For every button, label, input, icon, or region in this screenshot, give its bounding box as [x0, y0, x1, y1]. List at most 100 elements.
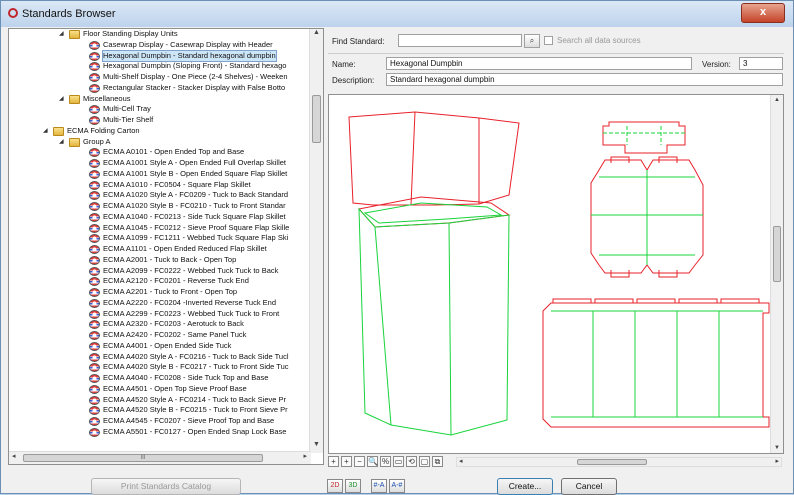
search-all-checkbox[interactable] — [544, 36, 553, 45]
design-preview[interactable]: ▲ ▼ — [328, 94, 784, 454]
scroll-right-icon[interactable]: ▸ — [303, 452, 307, 460]
version-field[interactable]: 3 — [739, 57, 783, 70]
tree-item-label: ECMA A4520 Style B - FC0215 - Tuck to Fr… — [103, 405, 288, 415]
scroll-down-icon[interactable]: ▼ — [310, 441, 323, 453]
scroll-up-icon[interactable]: ▲ — [771, 97, 783, 103]
tree-standard-item[interactable]: ECMA A2220 - FC0204 -Inverted Reverse Tu… — [9, 298, 311, 309]
tree-item-label: ECMA A1101 - Open Ended Reduced Flap Ski… — [103, 244, 267, 253]
tree-horizontal-scrollbar[interactable]: ◂ III ▸ — [9, 451, 311, 464]
tree-item-label: ECMA A2420 - FC0202 - Same Panel Tuck — [103, 330, 247, 339]
tree-item-label: Multi-Tier Shelf — [103, 115, 154, 124]
tree-standard-item[interactable]: Multi-Shelf Display - One Piece (2-4 She… — [9, 72, 311, 83]
sort-number-alpha-icon[interactable]: #-A — [371, 479, 387, 493]
tree-standard-item[interactable]: Casewrap Display - Casewrap Display with… — [9, 40, 311, 51]
tree-standard-item[interactable]: ECMA A4040 - FC0208 - Side Tuck Top and … — [9, 373, 311, 384]
find-standard-label: Find Standard: — [332, 37, 385, 46]
frame-view-icon[interactable]: ▢ — [419, 456, 430, 467]
scroll-thumb[interactable] — [773, 226, 781, 282]
tree-standard-item[interactable]: ECMA A1001 Style B - Open Ended Square F… — [9, 169, 311, 180]
description-field[interactable]: Standard hexagonal dumpbin — [386, 73, 783, 86]
zoom-window-icon[interactable]: 🔍 — [367, 456, 378, 467]
scroll-up-icon[interactable]: ▲ — [310, 29, 323, 41]
scroll-left-icon[interactable]: ◂ — [12, 452, 16, 460]
expand-arrow-icon[interactable]: ◢ — [43, 126, 48, 137]
scroll-thumb[interactable] — [577, 459, 647, 465]
tree-standard-item[interactable]: ECMA A2299 - FC0223 - Webbed Tuck Tuck t… — [9, 309, 311, 320]
tree-standard-item[interactable]: ECMA A4520 Style A - FC0214 - Tuck to Ba… — [9, 395, 311, 406]
tree-vertical-scrollbar[interactable]: ▲ ▼ — [309, 29, 323, 453]
scroll-left-icon[interactable]: ◂ — [459, 457, 463, 465]
zoom-out-icon[interactable]: − — [354, 456, 365, 467]
tree-standard-item[interactable]: Hexagonal Dumpbin (Sloping Front) - Stan… — [9, 61, 311, 72]
view-3d-icon[interactable]: 3D — [345, 479, 361, 493]
tree-folder-item[interactable]: ◢ ECMA Folding Carton — [9, 126, 311, 137]
tree-standard-item[interactable]: ECMA A4020 Style B - FC0217 - Tuck to Fr… — [9, 362, 311, 373]
sort-alpha-number-icon[interactable]: A-# — [389, 479, 405, 493]
tree-item-label: Multi-Shelf Display - One Piece (2-4 She… — [103, 72, 288, 81]
expand-arrow-icon[interactable]: ◢ — [59, 137, 64, 148]
tree-standard-item[interactable]: ECMA A4520 Style B - FC0215 - Tuck to Fr… — [9, 405, 311, 416]
tree-standard-item[interactable]: ECMA A2099 - FC0222 - Webbed Tuck Tuck t… — [9, 266, 311, 277]
tree-folder-item[interactable]: ◢ Miscellaneous — [9, 94, 311, 105]
standard-design-icon — [89, 223, 100, 233]
find-binoculars-icon[interactable]: ⌕ — [524, 34, 540, 48]
scroll-thumb[interactable] — [312, 95, 321, 143]
create-button[interactable]: Create... — [497, 478, 553, 495]
tree-item-label: ECMA A2099 - FC0222 - Webbed Tuck Tuck t… — [103, 265, 279, 275]
tree-standard-item[interactable]: ECMA A1045 - FC0212 - Sieve Proof Square… — [9, 223, 311, 234]
tree-standard-item[interactable]: Hexagonal Dumpbin - Standard hexagonal d… — [9, 49, 311, 63]
zoom-tool-icon[interactable]: + — [328, 456, 339, 467]
rotate-view-icon[interactable]: ⟲ — [406, 456, 417, 467]
preview-vertical-scrollbar[interactable]: ▲ ▼ — [770, 95, 783, 453]
tree-standard-item[interactable]: ECMA A2001 - Tuck to Back - Open Top — [9, 255, 311, 266]
tree-standard-item[interactable]: ECMA A4501 - Open Top Sieve Proof Base — [9, 384, 311, 395]
zoom-percent-icon[interactable]: % — [380, 456, 391, 467]
tree-standard-item[interactable]: ECMA A1020 Style A - FC0209 - Tuck to Ba… — [9, 190, 311, 201]
standards-tree[interactable]: ◢ Floor Standing Display Units Casewrap Di… — [8, 28, 324, 465]
copy-view-icon[interactable]: ⧉ — [432, 456, 443, 467]
tree-standard-item[interactable]: Multi-Tier Shelf — [9, 115, 311, 126]
tree-standard-item[interactable]: ECMA A1040 - FC0213 - Side Tuck Square F… — [9, 212, 311, 223]
tree-standard-item[interactable]: ECMA A1001 Style A - Open Ended Full Ove… — [9, 158, 311, 169]
tree-standard-item[interactable]: ECMA A1099 - FC1211 - Webbed Tuck Square… — [9, 233, 311, 244]
tree-item-label: Rectangular Stacker - Stacker Display wi… — [103, 82, 286, 92]
tree-standard-item[interactable]: ECMA A4001 - Open Ended Side Tuck — [9, 341, 311, 352]
tree-standard-item[interactable]: ECMA A0101 - Open Ended Top and Base — [9, 147, 311, 158]
tree-folder-item[interactable]: ◢ Floor Standing Display Units — [9, 29, 311, 40]
tree-folder-item[interactable]: ◢ Group A — [9, 137, 311, 148]
tree-standard-item[interactable]: ECMA A2420 - FC0202 - Same Panel Tuck — [9, 330, 311, 341]
tree-standard-item[interactable]: ECMA A2201 - Tuck to Front - Open Top — [9, 287, 311, 298]
cancel-button[interactable]: Cancel — [561, 478, 617, 495]
scroll-right-icon[interactable]: ▸ — [775, 457, 779, 465]
tree-standard-item[interactable]: ECMA A1010 - FC0504 - Square Flap Skille… — [9, 180, 311, 191]
expand-arrow-icon[interactable]: ◢ — [59, 29, 64, 40]
scroll-down-icon[interactable]: ▼ — [771, 445, 783, 451]
tree-standard-item[interactable]: ECMA A1101 - Open Ended Reduced Flap Ski… — [9, 244, 311, 255]
scroll-thumb[interactable]: III — [23, 454, 263, 462]
tree-item-label: ECMA A2299 - FC0223 - Webbed Tuck Tuck t… — [103, 308, 280, 318]
tree-standard-item[interactable]: ECMA A2320 - FC0203 - Aerotuck to Back — [9, 319, 311, 330]
tree-standard-item[interactable]: ECMA A4545 - FC0207 - Sieve Proof Top an… — [9, 416, 311, 427]
print-catalog-button[interactable]: Print Standards Catalog — [91, 478, 241, 495]
dialog-body: ◢ Floor Standing Display Units Casewrap Di… — [8, 28, 786, 468]
zoom-in-icon[interactable]: + — [341, 456, 352, 467]
tree-standard-item[interactable]: ECMA A4020 Style A - FC0216 - Tuck to Ba… — [9, 352, 311, 363]
tree-standard-item[interactable]: Multi-Cell Tray — [9, 104, 311, 115]
blank-base-tabs — [610, 156, 678, 278]
tree-standard-item[interactable]: ECMA A1020 Style B - FC0210 - Tuck to Fr… — [9, 201, 311, 212]
standard-details: Find Standard: ⌕ Search all data sources… — [328, 28, 786, 90]
find-standard-input[interactable] — [398, 34, 522, 47]
rim-inner — [363, 202, 503, 224]
tree-item-label: ECMA A2220 - FC0204 -Inverted Reverse Tu… — [103, 297, 277, 307]
name-field[interactable]: Hexagonal Dumpbin — [386, 57, 692, 70]
header-outline — [348, 111, 520, 206]
tree-standard-item[interactable]: Rectangular Stacker - Stacker Display wi… — [9, 83, 311, 94]
tree-standard-item[interactable]: ECMA A2120 - FC0201 - Reverse Tuck End — [9, 276, 311, 287]
expand-arrow-icon[interactable]: ◢ — [59, 94, 64, 105]
close-button[interactable]: x — [741, 3, 785, 23]
standard-design-icon — [89, 374, 100, 383]
fit-view-icon[interactable]: ▭ — [393, 456, 404, 467]
preview-horizontal-scrollbar[interactable]: ◂ ▸ — [456, 457, 782, 467]
view-2d-icon[interactable]: 2D — [327, 479, 343, 493]
tree-standard-item[interactable]: ECMA A5501 - FC0127 - Open Ended Snap Lo… — [9, 427, 311, 438]
